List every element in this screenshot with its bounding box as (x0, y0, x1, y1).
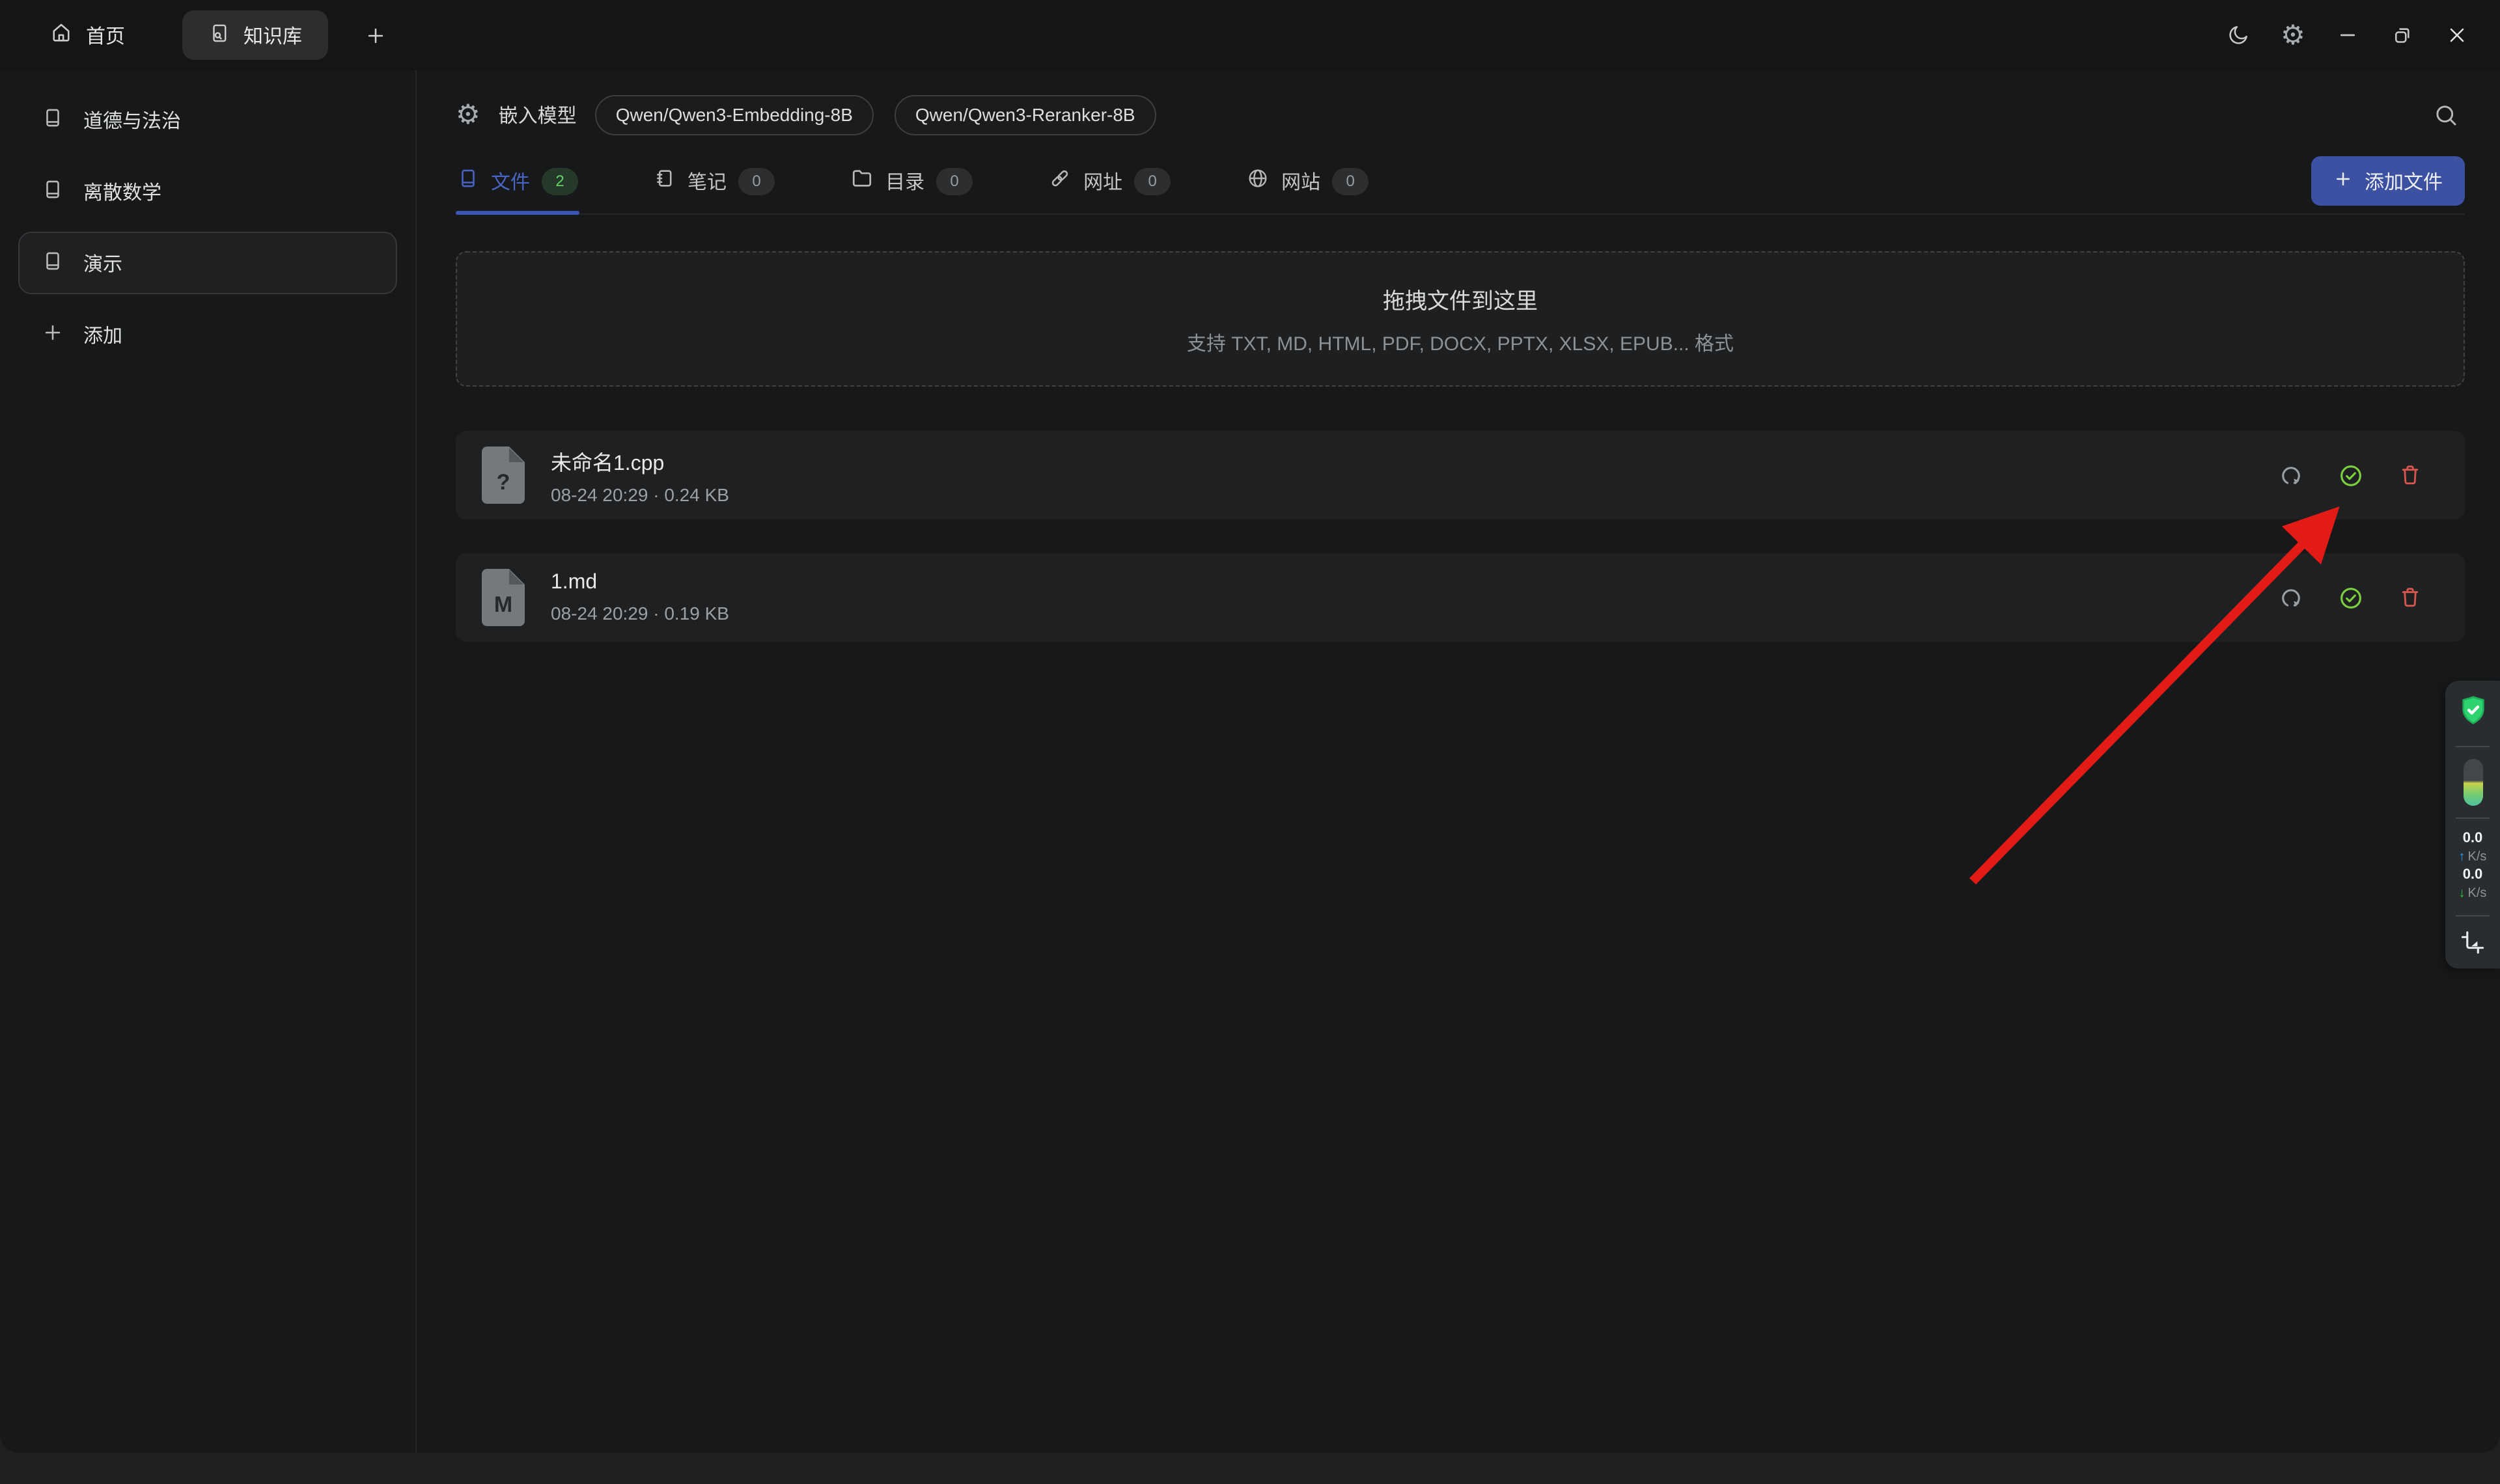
reprocess-icon[interactable] (2275, 459, 2307, 491)
sidebar-add-label: 添加 (83, 321, 122, 348)
sidebar-item-label: 演示 (83, 249, 122, 277)
tab-count-badge: 0 (738, 167, 775, 195)
book-icon (42, 105, 64, 135)
file-row-md[interactable]: M 1.md 08-24 20:29 · 0.19 KB (456, 553, 2465, 642)
file-list: ? 未命名1.cpp 08-24 20:29 · 0.24 KB M 1.md (456, 431, 2465, 642)
minimize-button[interactable] (2320, 8, 2375, 62)
book-icon (42, 176, 64, 206)
file-info: 未命名1.cpp 08-24 20:29 · 0.24 KB (551, 445, 729, 505)
home-icon (49, 21, 73, 49)
notebook-icon (654, 167, 676, 195)
download-unit: K/s (2468, 886, 2487, 903)
file-row-cpp[interactable]: ? 未命名1.cpp 08-24 20:29 · 0.24 KB (456, 431, 2465, 519)
embedding-settings-gear-icon[interactable]: ⚙ (456, 101, 480, 128)
tab-notes[interactable]: 笔记 0 (652, 148, 776, 213)
file-dropzone[interactable]: 拖拽文件到这里 支持 TXT, MD, HTML, PDF, DOCX, PPT… (456, 251, 2465, 387)
widget-divider (2456, 914, 2490, 916)
app-window: 首页 知识库 ⚙ 道德与法治 离散数学 (0, 0, 2500, 1484)
screenshot-crop-icon[interactable] (2458, 928, 2487, 956)
battery-indicator[interactable] (2463, 759, 2482, 806)
tab-files[interactable]: 文件 2 (456, 148, 579, 213)
content-shell: 道德与法治 离散数学 演示 添加 ⚙ 嵌入模型 Qwen/Qwen3-Embed… (0, 70, 2500, 1453)
home-label: 首页 (86, 21, 125, 49)
tab-directory[interactable]: 目录 0 (849, 148, 974, 213)
file-search-icon (208, 21, 230, 49)
folder-icon (850, 167, 874, 195)
tab-count-badge: 0 (1134, 167, 1171, 195)
file-type-icon-unknown: ? (482, 447, 525, 504)
delete-trash-icon[interactable] (2395, 460, 2426, 491)
security-shield-icon[interactable] (2458, 695, 2488, 734)
dropzone-title: 拖拽文件到这里 (1383, 282, 1538, 314)
network-speed-readout: 0.0 ↑K/s 0.0 ↓K/s (2459, 831, 2487, 903)
file-info: 1.md 08-24 20:29 · 0.19 KB (551, 571, 729, 624)
link-icon (1048, 167, 1072, 195)
file-name: 未命名1.cpp (551, 445, 729, 476)
content-tabs: 文件 2 笔记 0 目录 0 网址 0 (456, 148, 2465, 215)
close-button[interactable] (2430, 8, 2484, 62)
restore-button[interactable] (2375, 8, 2430, 62)
tab-label: 文件 (491, 167, 530, 195)
reranker-model-chip[interactable]: Qwen/Qwen3-Reranker-8B (895, 94, 1156, 135)
reprocess-icon[interactable] (2275, 581, 2307, 614)
tab-knowledge-base[interactable]: 知识库 (182, 10, 328, 60)
embedding-header: ⚙ 嵌入模型 Qwen/Qwen3-Embedding-8B Qwen/Qwen… (456, 89, 2465, 141)
sidebar-add-knowledge-base[interactable]: 添加 (18, 303, 397, 366)
desktop-monitor-widget: 0.0 ↑K/s 0.0 ↓K/s (2445, 681, 2500, 968)
plus-icon (42, 321, 64, 348)
sidebar-item-kb-1[interactable]: 离散数学 (18, 160, 397, 223)
book-icon (457, 167, 479, 195)
embedding-model-chip[interactable]: Qwen/Qwen3-Embedding-8B (595, 94, 874, 135)
knowledge-tab-label: 知识库 (243, 21, 302, 49)
settings-gear-icon[interactable]: ⚙ (2266, 8, 2320, 62)
sidebar-item-kb-2-selected[interactable]: 演示 (18, 232, 397, 294)
tab-urls[interactable]: 网址 0 (1047, 148, 1172, 213)
upload-unit: K/s (2468, 850, 2487, 866)
file-actions (2275, 581, 2426, 614)
add-file-label: 添加文件 (2365, 167, 2443, 195)
book-icon (42, 248, 64, 278)
titlebar-left: 首页 知识库 (49, 10, 387, 60)
processed-check-icon[interactable] (2335, 459, 2367, 491)
knowledge-base-main: ⚙ 嵌入模型 Qwen/Qwen3-Embedding-8B Qwen/Qwen… (417, 70, 2500, 1453)
dropzone-formats: 支持 TXT, MD, HTML, PDF, DOCX, PPTX, XLSX,… (1187, 329, 1734, 356)
file-type-icon-markdown: M (482, 569, 525, 626)
upload-arrow-icon: ↑ (2459, 850, 2465, 866)
tab-count-badge: 0 (1332, 167, 1368, 195)
tab-sites[interactable]: 网站 0 (1245, 148, 1370, 213)
embedding-label: 嵌入模型 (499, 101, 577, 128)
delete-trash-icon[interactable] (2395, 582, 2426, 613)
download-speed-value: 0.0 (2463, 868, 2483, 886)
tab-count-badge: 2 (542, 167, 578, 195)
tab-label: 网址 (1083, 167, 1122, 195)
tab-label: 目录 (885, 167, 924, 195)
file-name: 1.md (551, 571, 729, 595)
widget-divider (2456, 746, 2490, 747)
globe-icon (1246, 167, 1270, 195)
tab-label: 笔记 (688, 167, 727, 195)
knowledge-base-sidebar: 道德与法治 离散数学 演示 添加 (0, 70, 417, 1453)
processed-check-icon[interactable] (2335, 581, 2367, 614)
file-actions (2275, 459, 2426, 491)
file-meta: 08-24 20:29 · 0.19 KB (551, 603, 729, 624)
sidebar-item-kb-0[interactable]: 道德与法治 (18, 89, 397, 151)
tab-count-badge: 0 (936, 167, 973, 195)
theme-toggle-moon-icon[interactable] (2211, 8, 2266, 62)
sidebar-item-label: 离散数学 (83, 178, 161, 205)
sidebar-item-label: 道德与法治 (83, 106, 181, 133)
search-icon[interactable] (2427, 96, 2465, 133)
new-tab-button[interactable] (365, 24, 387, 46)
plus-icon (2333, 169, 2353, 193)
tab-label: 网站 (1281, 167, 1320, 195)
download-arrow-icon: ↓ (2459, 886, 2465, 903)
home-button[interactable]: 首页 (49, 21, 125, 49)
widget-divider (2456, 818, 2490, 819)
upload-speed-value: 0.0 (2463, 831, 2483, 849)
file-meta: 08-24 20:29 · 0.24 KB (551, 484, 729, 505)
window-controls: ⚙ (2211, 8, 2484, 62)
add-file-button[interactable]: 添加文件 (2311, 156, 2465, 206)
titlebar: 首页 知识库 ⚙ (0, 0, 2500, 70)
